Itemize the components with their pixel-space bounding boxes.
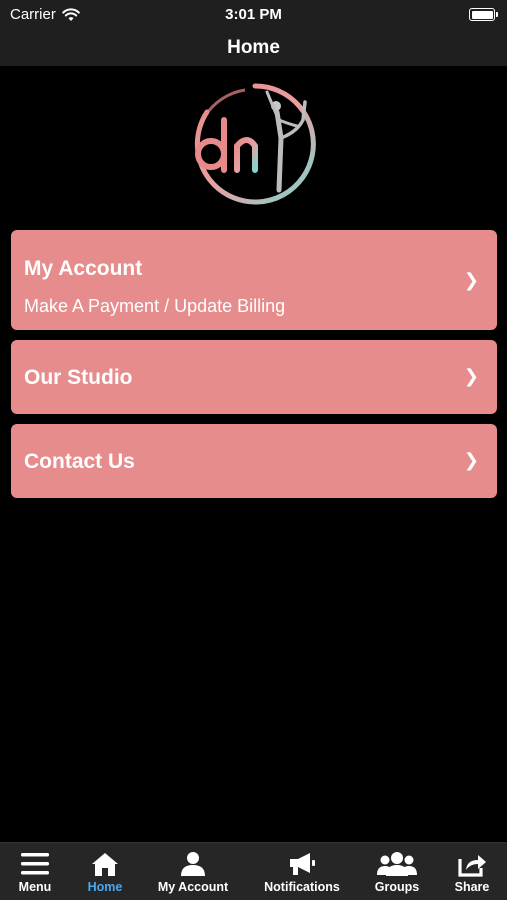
tab-share[interactable]: Share <box>437 843 507 900</box>
megaphone-icon <box>290 853 315 875</box>
tab-home[interactable]: Home <box>70 843 140 900</box>
chevron-right-icon: ❯ <box>463 366 479 386</box>
tab-my-account[interactable]: My Account <box>147 843 239 900</box>
my-account-card[interactable]: My Account Make A Payment / Update Billi… <box>11 230 497 330</box>
tab-my-account-label: My Account <box>157 880 229 894</box>
nav-bar: Home <box>0 30 507 66</box>
tab-notifications[interactable]: Notifications <box>257 843 347 900</box>
my-account-title: My Account <box>24 257 143 280</box>
tab-home-label: Home <box>87 880 123 894</box>
status-bar: Carrier 3:01 PM <box>0 0 507 30</box>
contact-us-title: Contact Us <box>24 450 135 473</box>
clock: 3:01 PM <box>225 6 282 23</box>
our-studio-card[interactable]: Our Studio ❯ <box>11 340 497 414</box>
tab-groups-label: Groups <box>374 880 420 894</box>
home-icon <box>92 853 118 876</box>
tab-menu[interactable]: Menu <box>0 843 70 900</box>
share-icon <box>458 855 486 877</box>
tab-bar: Menu Home My Account Notifications Group… <box>0 842 507 900</box>
battery-icon <box>469 8 498 21</box>
my-account-subtitle: Make A Payment / Update Billing <box>24 296 286 316</box>
group-icon <box>377 852 417 876</box>
person-icon <box>181 852 205 876</box>
chevron-right-icon: ❯ <box>463 270 479 290</box>
tab-share-label: Share <box>454 880 490 894</box>
chevron-right-icon: ❯ <box>463 450 479 470</box>
contact-us-card[interactable]: Contact Us ❯ <box>11 424 497 498</box>
tab-menu-label: Menu <box>18 880 52 894</box>
our-studio-title: Our Studio <box>24 366 133 389</box>
page-title: Home <box>227 37 280 58</box>
hamburger-icon <box>21 853 49 875</box>
tab-notifications-label: Notifications <box>264 880 340 894</box>
studio-logo <box>194 83 316 205</box>
tab-groups[interactable]: Groups <box>362 843 432 900</box>
